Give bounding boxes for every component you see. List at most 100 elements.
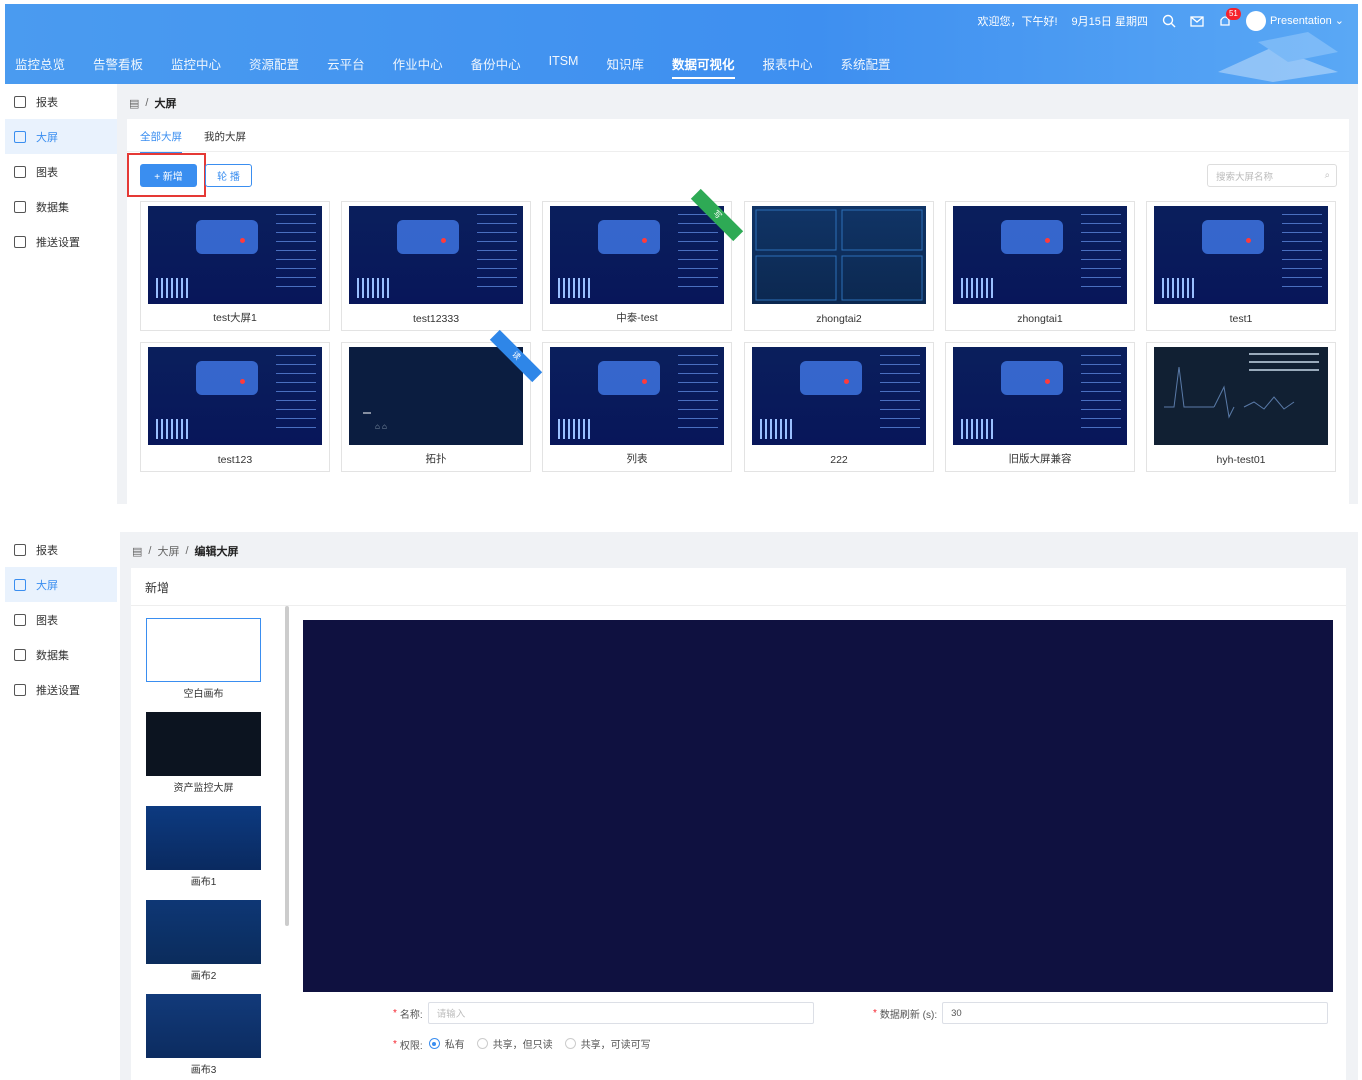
screen-card-label: zhongtai2 (816, 313, 862, 325)
screen-card-label: test12333 (412, 313, 460, 325)
screen-card[interactable]: hyh-test01 (1146, 342, 1336, 472)
screen-card[interactable]: zhongtai1 (945, 201, 1135, 331)
nav-item[interactable]: 资源配置 (249, 50, 299, 79)
breadcrumb-home-icon[interactable]: ▤ (129, 97, 139, 110)
breadcrumb: ▤ / 大屏 / 编辑大屏 (132, 543, 239, 559)
nav-item[interactable]: 知识库 (606, 50, 644, 79)
screen-card[interactable]: test大屏1 (140, 201, 330, 331)
refresh-label: 数据刷新 (s): (879, 1009, 938, 1021)
template-option[interactable]: 空白画布 (146, 618, 261, 700)
screen-card-label: hyh-test01 (1216, 454, 1266, 466)
permission-radio[interactable]: 共享，但只读 (476, 1036, 553, 1051)
sidebar-item[interactable]: 图表 (5, 154, 117, 189)
screen-card-label: 拓扑 (425, 453, 447, 465)
template-option[interactable]: 画布2 (146, 900, 261, 982)
screen-card[interactable]: 列表 (542, 342, 732, 472)
search-input[interactable]: 搜索大屏名称 ⌕ (1207, 164, 1337, 187)
user-menu[interactable]: Presentation ⌄ (1245, 11, 1344, 31)
template-thumbnail (146, 618, 261, 682)
sidebar-item[interactable]: 推送设置 (5, 672, 117, 707)
panel-title: 新增 (145, 581, 170, 595)
nav-item[interactable]: 报表中心 (763, 50, 813, 79)
sidebar-item[interactable]: 报表 (5, 84, 117, 119)
sidebar-item-label: 推送设置 (36, 236, 80, 249)
screen-thumbnail: ⌂ ⌂ (349, 347, 523, 445)
nav-item[interactable]: 告警看板 (93, 50, 143, 79)
svg-text:⌂ ⌂: ⌂ ⌂ (375, 422, 387, 431)
screen-card[interactable]: test1 (1146, 201, 1336, 331)
nav-item[interactable]: 云平台 (327, 50, 365, 79)
nav-item[interactable]: 备份中心 (471, 50, 521, 79)
sidebar-item-label: 大屏 (36, 579, 58, 592)
screen-card[interactable]: test123 (140, 342, 330, 472)
screen-card[interactable]: ⌂ ⌂ 读拓扑 (341, 329, 543, 472)
screen-thumbnail (1154, 206, 1328, 304)
sidebar-item[interactable]: 报表 (5, 532, 117, 567)
screen-card[interactable]: zhongtai2 (744, 201, 934, 331)
screen-card[interactable]: 旧版大屏兼容 (945, 342, 1135, 472)
sidebar-item-icon (14, 543, 26, 556)
edit-page: ▤ / 大屏 / 编辑大屏 新增 空白画布 资产监控大屏 画布1 画布2 画布3 * 名称: 请输… (120, 532, 1358, 1080)
permission-radio[interactable]: 共享，可读可写 (564, 1036, 651, 1051)
template-scrollbar[interactable] (285, 606, 289, 926)
search-icon[interactable] (1162, 14, 1176, 28)
nav-item[interactable]: ITSM (549, 50, 579, 79)
sidebar: 报表 大屏图表数据集推送设置 (5, 84, 117, 259)
add-button[interactable]: + 新增 (140, 164, 197, 187)
sidebar-item[interactable]: 大屏 (5, 567, 117, 602)
screen-card[interactable]: 222 (744, 342, 934, 472)
breadcrumb-home-icon[interactable]: ▤ (132, 545, 142, 558)
carousel-button[interactable]: 轮 播 (205, 164, 252, 187)
template-thumbnail (146, 994, 261, 1058)
breadcrumb-link[interactable]: 大屏 (157, 543, 179, 559)
sidebar-item-label: 图表 (36, 166, 58, 179)
sidebar-item-icon (14, 648, 26, 661)
sidebar-item-icon (14, 130, 26, 143)
nav-item[interactable]: 作业中心 (393, 50, 443, 79)
screen-card-label: 列表 (626, 453, 648, 465)
screen-card[interactable]: test12333 (341, 201, 531, 331)
sidebar-item-label: 数据集 (36, 201, 69, 214)
permission-radio[interactable]: 私有 (428, 1036, 465, 1051)
template-option[interactable]: 画布1 (146, 806, 261, 888)
nav-item[interactable]: 系统配置 (841, 50, 891, 79)
template-thumbnail (146, 900, 261, 964)
template-label: 画布1 (190, 877, 217, 888)
nav-item[interactable]: 数据可视化 (671, 50, 735, 79)
template-option[interactable]: 画布3 (146, 994, 261, 1076)
mail-icon[interactable] (1190, 14, 1204, 28)
radio-label: 私有 (444, 1040, 465, 1051)
sidebar-item-label: 数据集 (36, 649, 69, 662)
radio-label: 共享，可读可写 (580, 1040, 651, 1051)
decorative-graphic (1218, 32, 1338, 82)
screen-card-label: 中泰-test (616, 312, 658, 324)
template-label: 资产监控大屏 (173, 783, 234, 794)
screen-thumbnail (550, 347, 724, 445)
refresh-input[interactable]: 30 (942, 1002, 1329, 1024)
canvas-preview (303, 620, 1333, 992)
sidebar-item[interactable]: 推送设置 (5, 224, 117, 259)
sidebar-item-icon (14, 200, 26, 213)
permission-label: 权限: (399, 1040, 423, 1052)
screen-thumbnail (550, 206, 724, 304)
sidebar-item[interactable]: 数据集 (5, 637, 117, 672)
sidebar-item-label: 推送设置 (36, 684, 80, 697)
name-label: 名称: (399, 1009, 423, 1021)
sidebar-item[interactable]: 数据集 (5, 189, 117, 224)
template-option[interactable]: 资产监控大屏 (146, 712, 261, 794)
sidebar-item-label: 报表 (36, 544, 58, 557)
sidebar-item[interactable]: 图表 (5, 602, 117, 637)
screen-card-label: test123 (217, 454, 253, 466)
screen-card-label: zhongtai1 (1017, 313, 1063, 325)
screen-card-label: 222 (830, 454, 848, 466)
top-navbar: 欢迎您，下午好! 9月15日 星期四 51 Presentation ⌄ 监控总… (5, 4, 1358, 84)
breadcrumb-current: 大屏 (154, 98, 177, 110)
name-input[interactable]: 请输入 (427, 1002, 814, 1024)
sidebar-item[interactable]: 大屏 (5, 119, 117, 154)
screen-thumbnail (752, 347, 926, 445)
nav-item[interactable]: 监控中心 (171, 50, 221, 79)
bell-icon[interactable]: 51 (1218, 8, 1241, 28)
nav-item[interactable]: 监控总览 (15, 50, 65, 79)
screen-thumbnail (953, 206, 1127, 304)
screen-card[interactable]: 写中泰-test (542, 188, 744, 331)
